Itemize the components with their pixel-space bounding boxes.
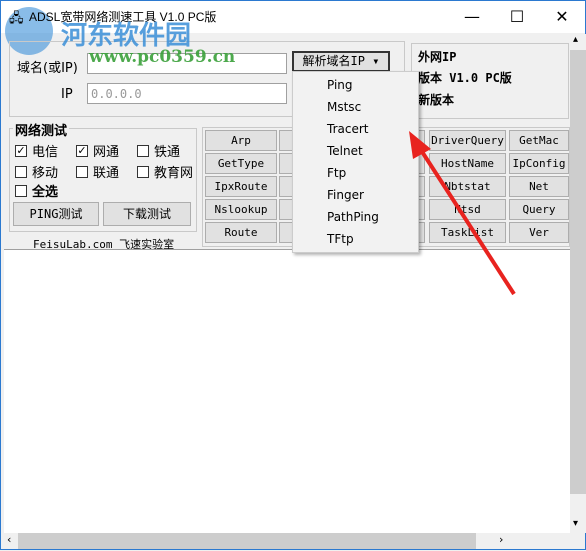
arrow-head	[409, 131, 431, 159]
arrow-line	[417, 145, 516, 296]
annotation-arrow	[409, 131, 516, 296]
